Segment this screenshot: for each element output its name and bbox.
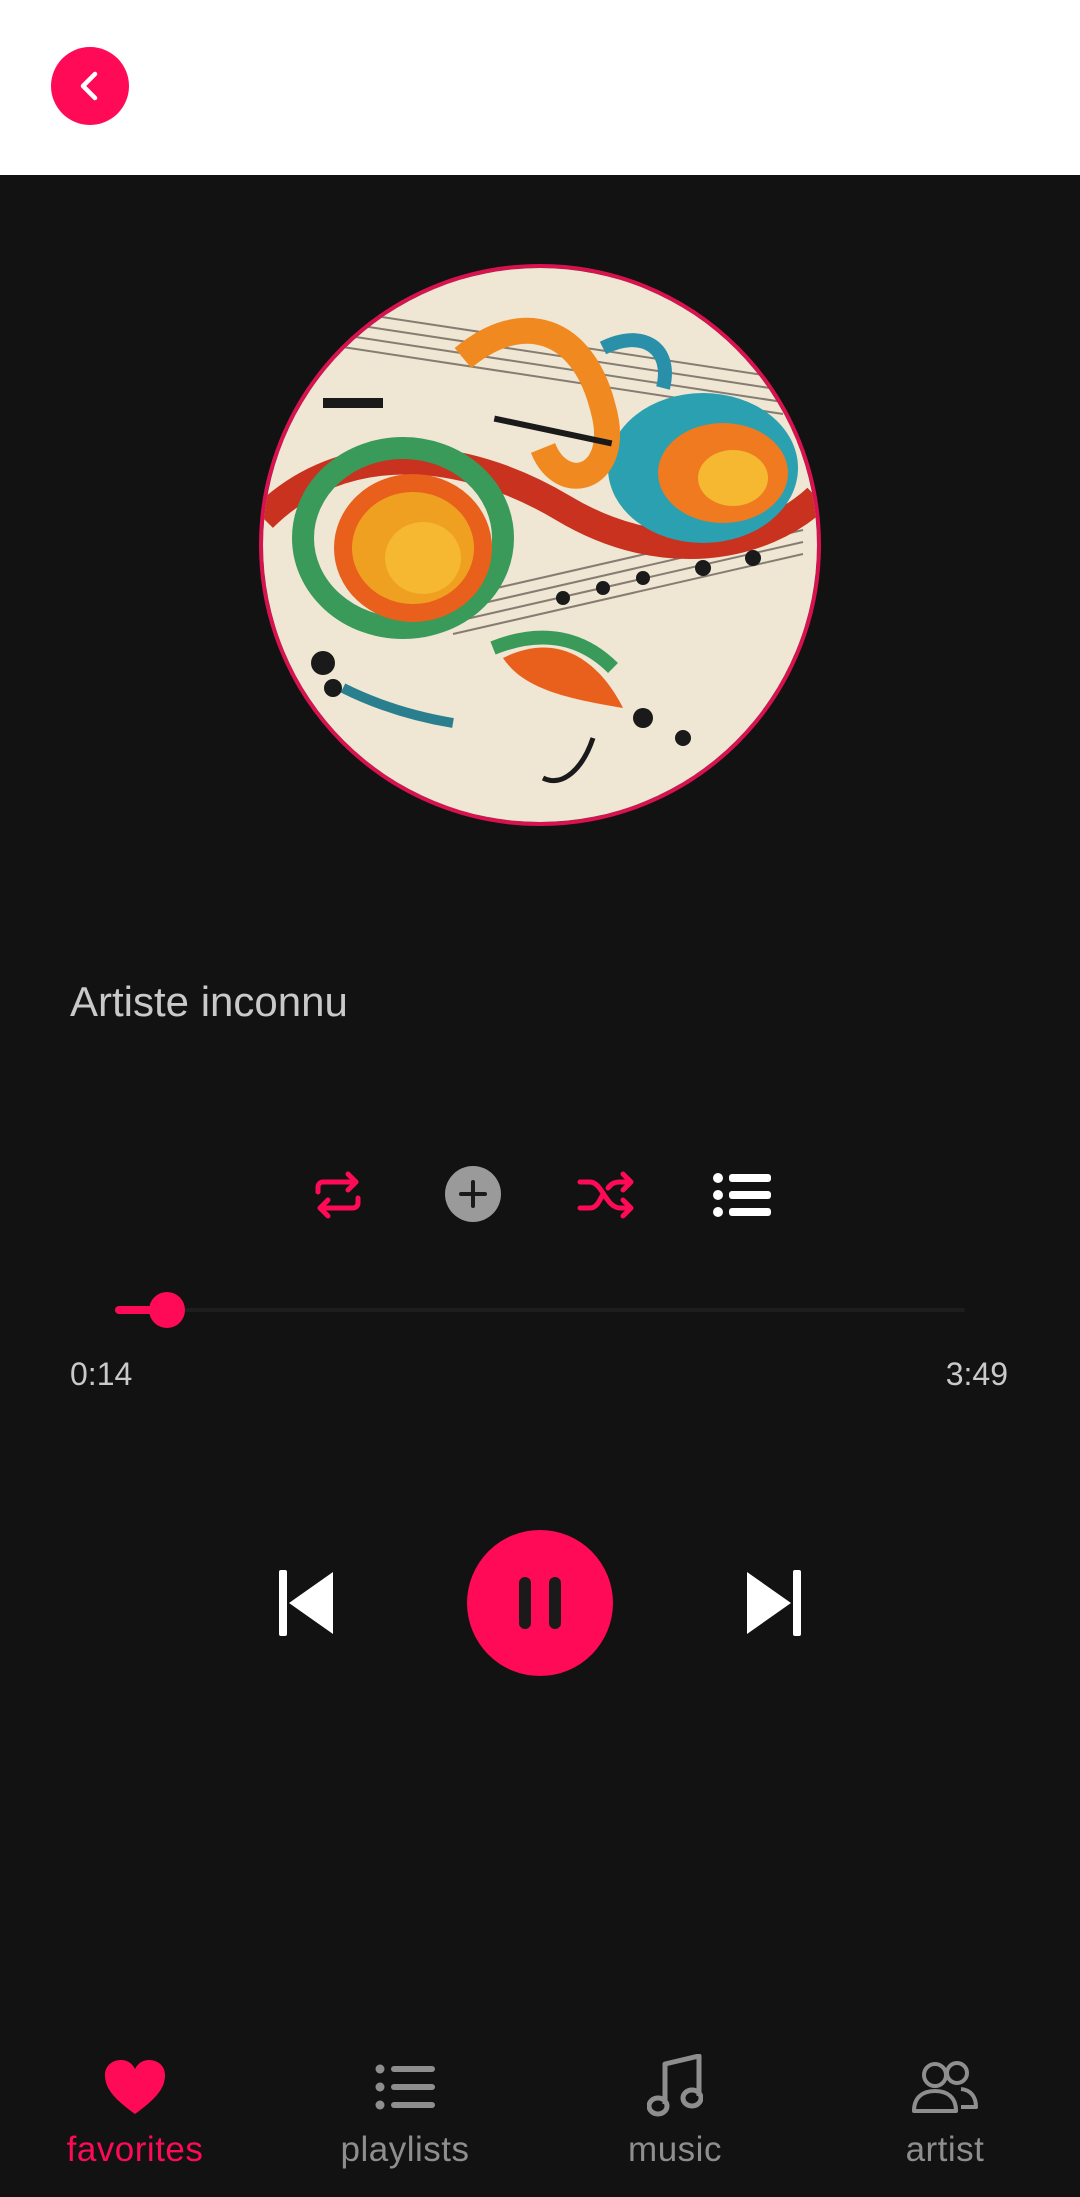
- top-bar: [0, 0, 1080, 175]
- back-button[interactable]: [51, 47, 129, 125]
- nav-label-playlists: playlists: [340, 2130, 470, 2169]
- queue-list-icon: [713, 1173, 771, 1217]
- skip-next-icon: [747, 1570, 801, 1636]
- add-to-playlist-button[interactable]: [444, 1165, 502, 1223]
- nav-item-music[interactable]: music: [540, 2030, 810, 2197]
- repeat-button[interactable]: [308, 1165, 368, 1225]
- pause-icon: [519, 1577, 561, 1629]
- people-icon: [912, 2061, 978, 2113]
- previous-button[interactable]: [272, 1565, 338, 1641]
- nav-label-favorites: favorites: [66, 2130, 204, 2169]
- bottom-navigation: favorites playlists music artist: [0, 2030, 1080, 2197]
- nav-item-artist[interactable]: artist: [810, 2030, 1080, 2197]
- nav-item-playlists[interactable]: playlists: [270, 2030, 540, 2197]
- elapsed-time: 0:14: [70, 1356, 133, 1392]
- nav-label-artist: artist: [905, 2130, 985, 2169]
- heart-icon: [105, 2060, 165, 2114]
- seek-track: [115, 1308, 965, 1312]
- nav-label-music: music: [628, 2130, 722, 2169]
- seek-handle[interactable]: [148, 1292, 185, 1328]
- total-duration: 3:49: [945, 1356, 1008, 1392]
- add-icon: [445, 1166, 501, 1222]
- seek-slider[interactable]: [115, 1292, 965, 1328]
- shuffle-button[interactable]: [576, 1165, 636, 1225]
- next-button[interactable]: [742, 1565, 808, 1641]
- skip-previous-icon: [279, 1570, 333, 1636]
- shuffle-icon: [577, 1171, 634, 1219]
- list-icon: [375, 2064, 435, 2110]
- artist-name: Artiste inconnu: [70, 978, 348, 1025]
- chevron-left-icon: [80, 71, 98, 101]
- queue-button[interactable]: [712, 1165, 772, 1225]
- nav-item-favorites[interactable]: favorites: [0, 2030, 270, 2197]
- pause-button[interactable]: [467, 1530, 613, 1676]
- repeat-icon: [315, 1171, 361, 1219]
- album-art: [259, 264, 821, 826]
- music-note-icon: [647, 2054, 703, 2117]
